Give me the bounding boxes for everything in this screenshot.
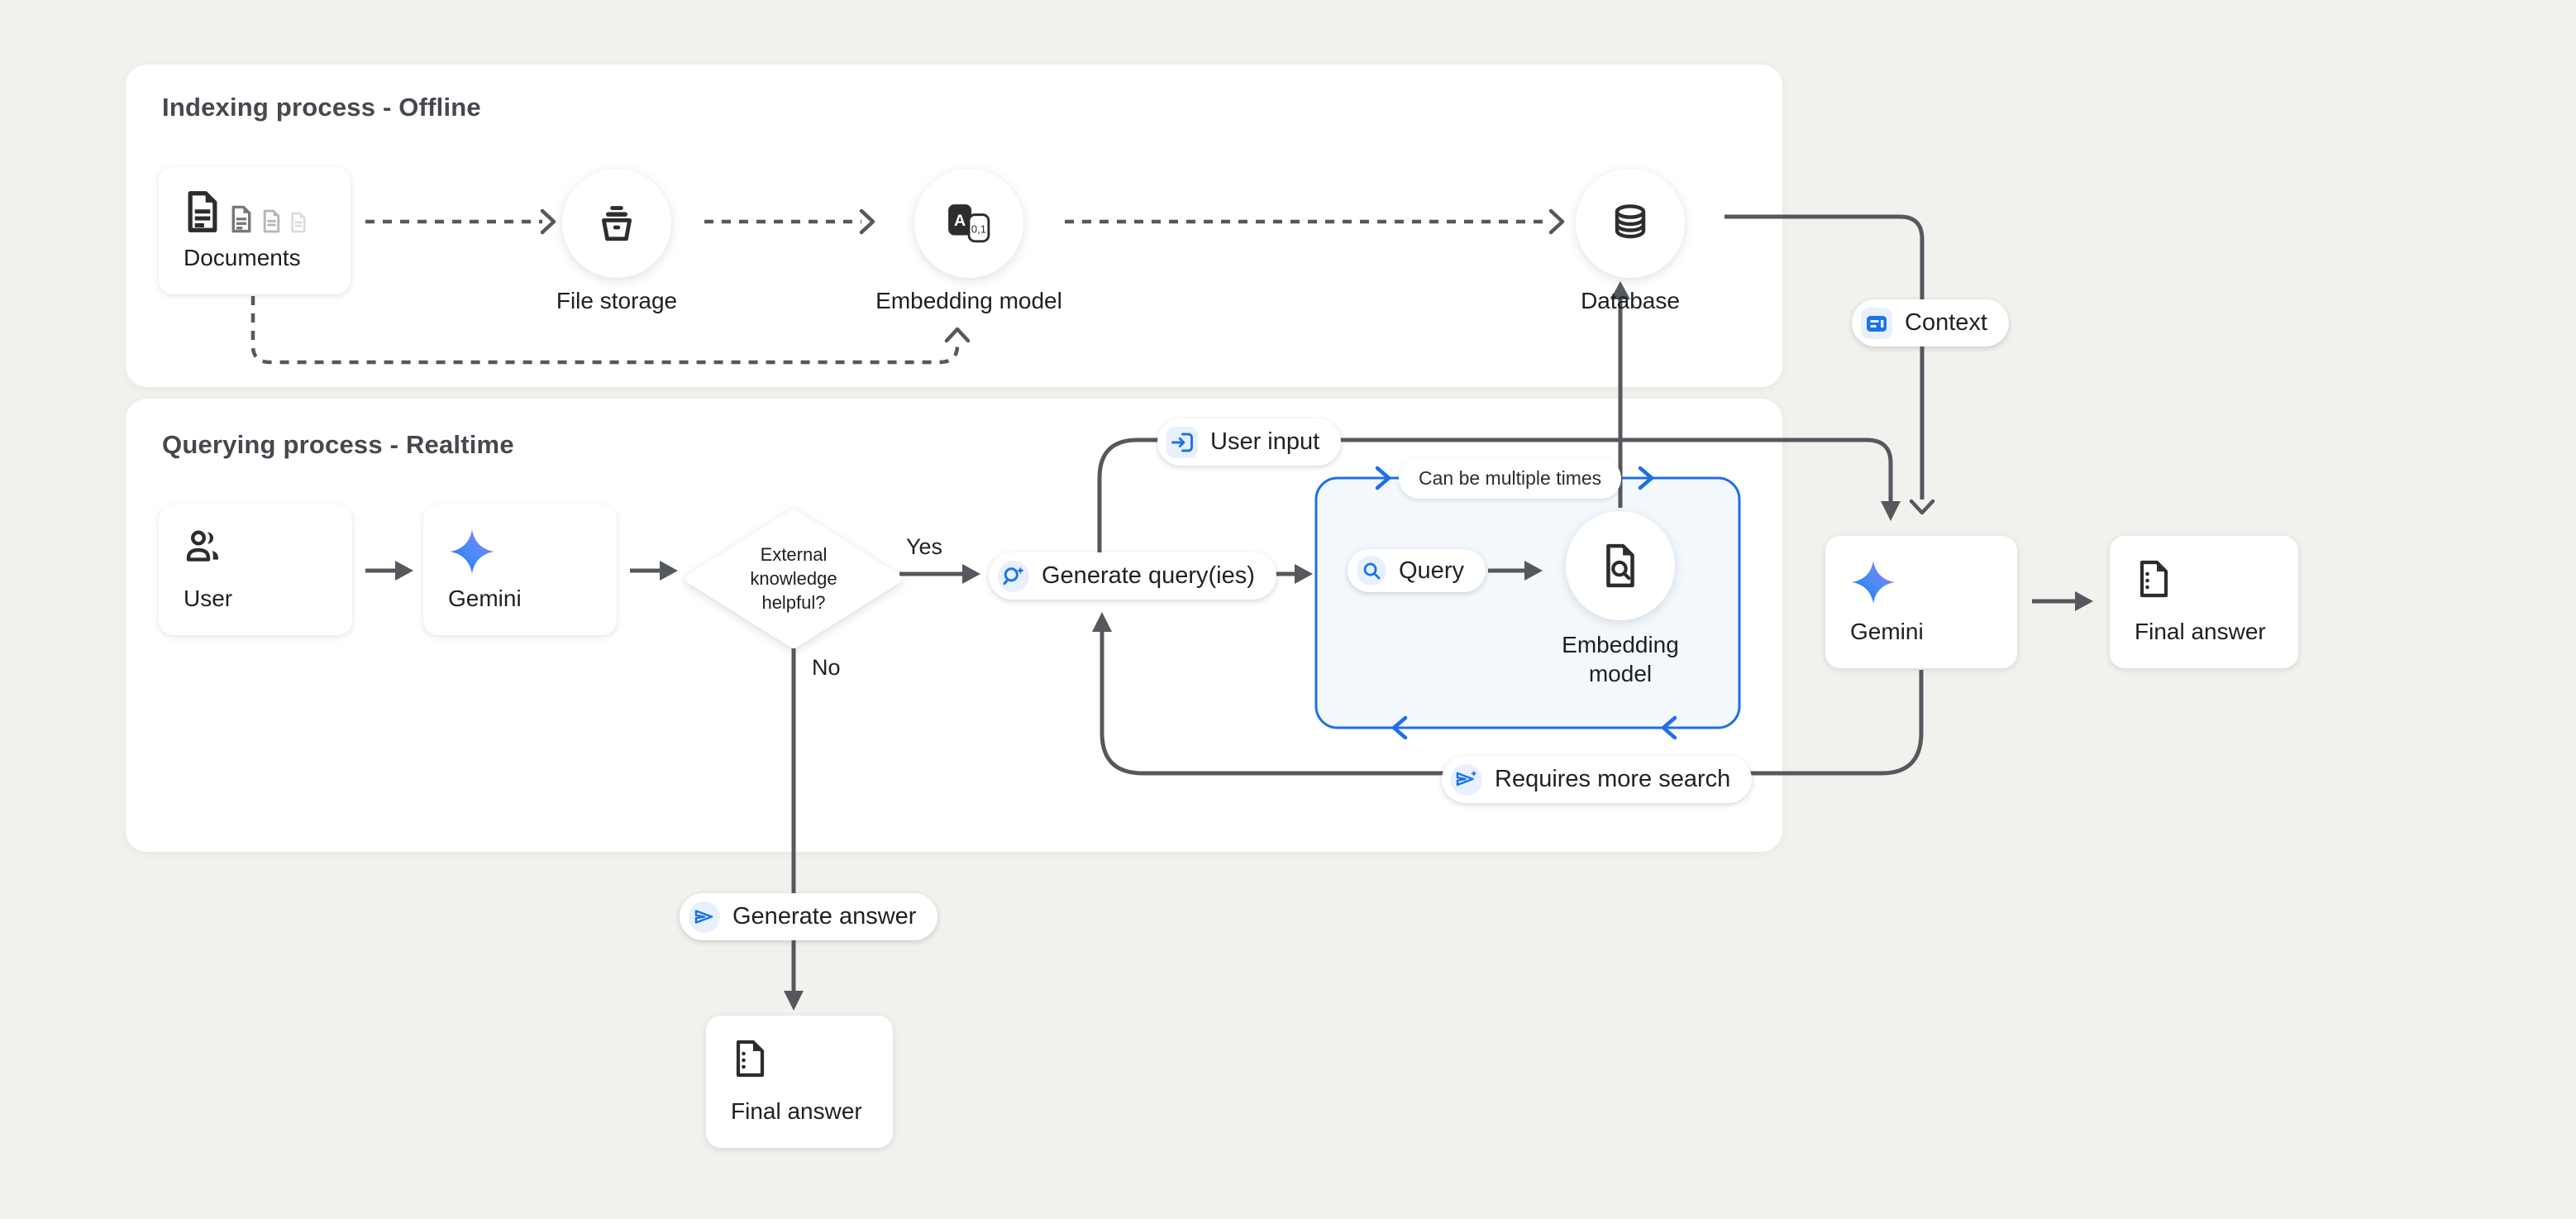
arrowhead-gemini-userinput xyxy=(1881,501,1901,521)
gemini-icon xyxy=(448,528,496,576)
generate-answer-label: Generate answer xyxy=(732,903,916,930)
context-badge: Context xyxy=(1852,299,2009,347)
user-input-icon xyxy=(1166,427,1198,458)
arrowhead-finalanswer-bottom xyxy=(784,991,804,1011)
context-icon xyxy=(1861,308,1892,339)
final-answer-bottom-label: Final answer xyxy=(731,1098,868,1125)
arrowhead-embedding xyxy=(861,211,873,232)
user-input-label: User input xyxy=(1210,428,1319,456)
final-answer-doc-icon xyxy=(731,1039,770,1078)
database-icon xyxy=(1608,201,1653,246)
database-node xyxy=(1576,169,1685,278)
embedding-model-icon: A 0,1 xyxy=(946,200,992,246)
search-sparkle-icon xyxy=(998,561,1029,592)
embedding-model-query-label: Embedding model xyxy=(1480,630,1761,688)
query-pill: Query xyxy=(1348,549,1486,592)
file-storage-label: File storage xyxy=(476,288,757,314)
arrowhead-finalanswer-right xyxy=(2075,591,2093,611)
final-answer-node-bottom: Final answer xyxy=(706,1016,893,1148)
can-be-multiple-times-pill: Can be multiple times xyxy=(1399,458,1621,499)
no-label: No xyxy=(812,655,841,681)
arrowhead-generate-queries xyxy=(962,564,980,584)
gemini-node-left: Gemini xyxy=(423,504,617,635)
requires-more-search-pill: Requires more search xyxy=(1442,756,1752,803)
arrowhead-loop-box xyxy=(1295,564,1313,584)
query-loop-box xyxy=(1316,478,1739,728)
query-label: Query xyxy=(1399,557,1464,585)
gemini-node-right: Gemini xyxy=(1825,536,2017,668)
user-input-badge: User input xyxy=(1157,418,1341,466)
arrowhead-generatequeries-up xyxy=(1092,612,1112,632)
documents-label: Documents xyxy=(184,245,326,271)
arrowhead-embedding-feedback xyxy=(947,329,968,341)
generate-queries-label: Generate query(ies) xyxy=(1042,562,1255,590)
gemini-right-label: Gemini xyxy=(1850,619,1992,645)
decision-text: External knowledge helpful? xyxy=(703,543,885,614)
yes-label: Yes xyxy=(906,534,942,560)
file-storage-node xyxy=(562,169,671,278)
context-label: Context xyxy=(1905,309,1987,337)
arrowhead-decision xyxy=(660,561,678,581)
send-sparkle-icon xyxy=(1451,764,1482,796)
svg-text:A: A xyxy=(954,212,966,230)
requires-more-search-label: Requires more search xyxy=(1495,766,1730,793)
search-icon xyxy=(1357,556,1386,586)
document-search-icon xyxy=(1598,543,1643,589)
edge-database-context-gemini xyxy=(1724,217,1922,500)
svg-text:0,1: 0,1 xyxy=(971,222,986,235)
arrowhead-gemini-context xyxy=(1911,501,1933,513)
embedding-model-query-node xyxy=(1566,511,1675,620)
user-label: User xyxy=(184,586,327,612)
user-icon xyxy=(184,528,223,566)
send-icon xyxy=(689,901,720,933)
embedding-model-node: A 0,1 xyxy=(914,169,1023,278)
documents-node: Documents xyxy=(159,167,351,294)
gemini-icon xyxy=(1850,559,1896,605)
generate-answer-pill: Generate answer xyxy=(680,893,937,940)
embedding-model-label: Embedding model xyxy=(828,288,1109,314)
final-answer-node-right: Final answer xyxy=(2110,536,2298,668)
file-storage-icon xyxy=(595,203,638,244)
database-label: Database xyxy=(1490,288,1771,314)
can-be-multiple-times-label: Can be multiple times xyxy=(1419,467,1601,490)
arrowhead-database xyxy=(1551,211,1562,232)
gemini-left-label: Gemini xyxy=(448,586,592,612)
final-answer-doc-icon xyxy=(2135,559,2174,599)
final-answer-right-label: Final answer xyxy=(2135,619,2273,645)
arrowhead-filestorage xyxy=(542,211,554,232)
arrowhead-gemini-left xyxy=(395,561,413,581)
user-node: User xyxy=(159,504,352,635)
documents-stack-icon xyxy=(184,190,326,233)
diagram-canvas: Indexing process - Offline Querying proc… xyxy=(0,0,2576,1219)
generate-queries-pill: Generate query(ies) xyxy=(989,552,1276,600)
